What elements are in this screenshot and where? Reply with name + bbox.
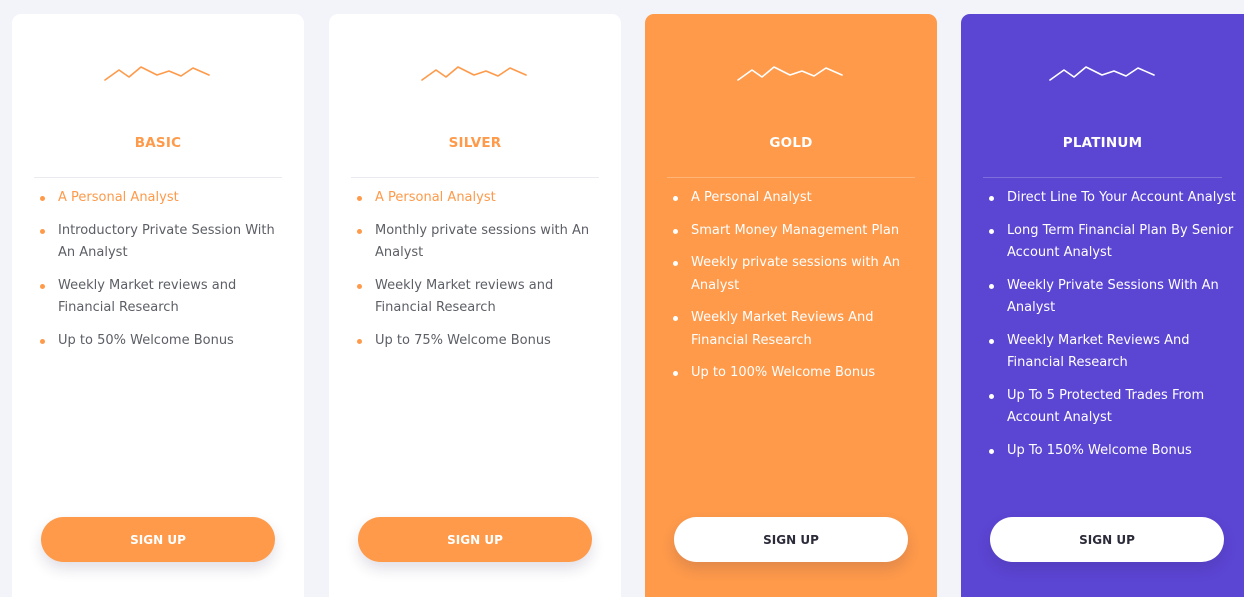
feature-text: Direct Line To Your Account Analyst — [1007, 190, 1236, 205]
feature-text: Weekly Market Reviews And Financial Rese… — [1007, 332, 1190, 371]
divider — [667, 177, 915, 178]
plan-title: GOLD — [769, 135, 813, 151]
bullet-icon — [357, 283, 362, 289]
feature-item: Weekly Market Reviews And Financial Rese… — [988, 330, 1236, 375]
feature-item: Direct Line To Your Account Analyst — [988, 187, 1236, 210]
sign-up-button[interactable]: SIGN UP — [990, 517, 1224, 562]
trend-wave-icon — [103, 58, 213, 88]
feature-item: A Personal Analyst — [39, 187, 290, 210]
trend-wave-icon — [1048, 58, 1158, 88]
feature-text: Monthly private sessions with An Analyst — [375, 222, 590, 261]
feature-text: Weekly Market reviews and Financial Rese… — [58, 277, 237, 316]
feature-item: Up to 75% Welcome Bonus — [356, 330, 607, 353]
bullet-icon — [357, 228, 362, 234]
bullet-icon — [673, 196, 678, 201]
bullet-icon — [673, 228, 678, 234]
feature-text: Smart Money Management Plan — [691, 222, 900, 238]
feature-list: A Personal Analyst Monthly private sessi… — [356, 187, 607, 362]
sign-up-button[interactable]: SIGN UP — [674, 517, 908, 562]
feature-item: Introductory Private Session With An Ana… — [39, 220, 290, 265]
sign-up-button[interactable]: SIGN UP — [41, 517, 275, 562]
feature-item: Weekly Market reviews and Financial Rese… — [39, 275, 290, 320]
feature-item: Monthly private sessions with An Analyst — [356, 220, 607, 265]
feature-item: Weekly Private Sessions With An Analyst — [988, 275, 1236, 320]
feature-text: Up to 75% Welcome Bonus — [375, 332, 551, 348]
feature-text: A Personal Analyst — [58, 190, 179, 205]
feature-text: Long Term Financial Plan By Senior Accou… — [1007, 222, 1234, 261]
feature-item: Up to 50% Welcome Bonus — [39, 330, 290, 353]
bullet-icon — [357, 196, 362, 201]
trend-wave-icon — [420, 58, 530, 88]
feature-text: Weekly Market Reviews And Financial Rese… — [691, 310, 874, 348]
plan-title: BASIC — [134, 135, 182, 151]
feature-item: Weekly Market reviews and Financial Rese… — [356, 275, 607, 320]
plan-card-silver: SILVER A Personal Analyst Monthly privat… — [329, 14, 621, 597]
bullet-icon — [673, 261, 678, 266]
plan-title: SILVER — [448, 135, 502, 151]
feature-list: A Personal Analyst Smart Money Managemen… — [672, 187, 923, 395]
feature-text: Introductory Private Session With An Ana… — [58, 222, 275, 261]
feature-text: Up To 5 Protected Trades From Account An… — [1007, 387, 1205, 426]
bullet-icon — [40, 228, 45, 234]
bullet-icon — [989, 283, 994, 289]
feature-text: Up to 50% Welcome Bonus — [58, 332, 234, 348]
feature-text: Up to 100% Welcome Bonus — [691, 365, 876, 380]
feature-text: Weekly Market reviews and Financial Rese… — [375, 277, 554, 316]
bullet-icon — [357, 338, 362, 344]
plan-card-gold: GOLD A Personal Analyst Smart Money Mana… — [645, 14, 937, 597]
feature-item: Up to 100% Welcome Bonus — [672, 362, 923, 385]
bullet-icon — [673, 371, 678, 376]
sign-up-button[interactable]: SIGN UP — [358, 517, 592, 562]
feature-item: Weekly private sessions with An Analyst — [672, 252, 923, 297]
plan-card-basic: BASIC A Personal Analyst Introductory Pr… — [12, 14, 304, 597]
divider — [983, 177, 1222, 178]
bullet-icon — [989, 228, 994, 234]
feature-item: A Personal Analyst — [356, 187, 607, 210]
feature-item: A Personal Analyst — [672, 187, 923, 210]
feature-item: Smart Money Management Plan — [672, 220, 923, 243]
bullet-icon — [673, 316, 678, 321]
feature-list: A Personal Analyst Introductory Private … — [39, 187, 290, 362]
bullet-icon — [989, 338, 994, 344]
feature-item: Weekly Market Reviews And Financial Rese… — [672, 307, 923, 352]
feature-list: Direct Line To Your Account Analyst Long… — [988, 187, 1236, 472]
bullet-icon — [989, 393, 994, 399]
trend-wave-icon — [736, 58, 846, 88]
bullet-icon — [40, 283, 45, 289]
plan-card-platinum: PLATINUM Direct Line To Your Account Ana… — [961, 14, 1244, 597]
bullet-icon — [989, 448, 994, 454]
bullet-icon — [989, 196, 994, 201]
feature-text: Weekly Private Sessions With An Analyst — [1007, 277, 1219, 316]
bullet-icon — [40, 196, 45, 201]
feature-text: A Personal Analyst — [375, 190, 496, 205]
feature-item: Up To 150% Welcome Bonus — [988, 440, 1236, 463]
feature-text: A Personal Analyst — [691, 190, 812, 205]
feature-item: Up To 5 Protected Trades From Account An… — [988, 385, 1236, 430]
feature-text: Up To 150% Welcome Bonus — [1007, 442, 1192, 458]
feature-text: Weekly private sessions with An Analyst — [691, 255, 901, 293]
plan-title: PLATINUM — [1062, 135, 1143, 151]
divider — [34, 177, 282, 178]
feature-item: Long Term Financial Plan By Senior Accou… — [988, 220, 1236, 265]
divider — [351, 177, 599, 178]
bullet-icon — [40, 338, 45, 344]
